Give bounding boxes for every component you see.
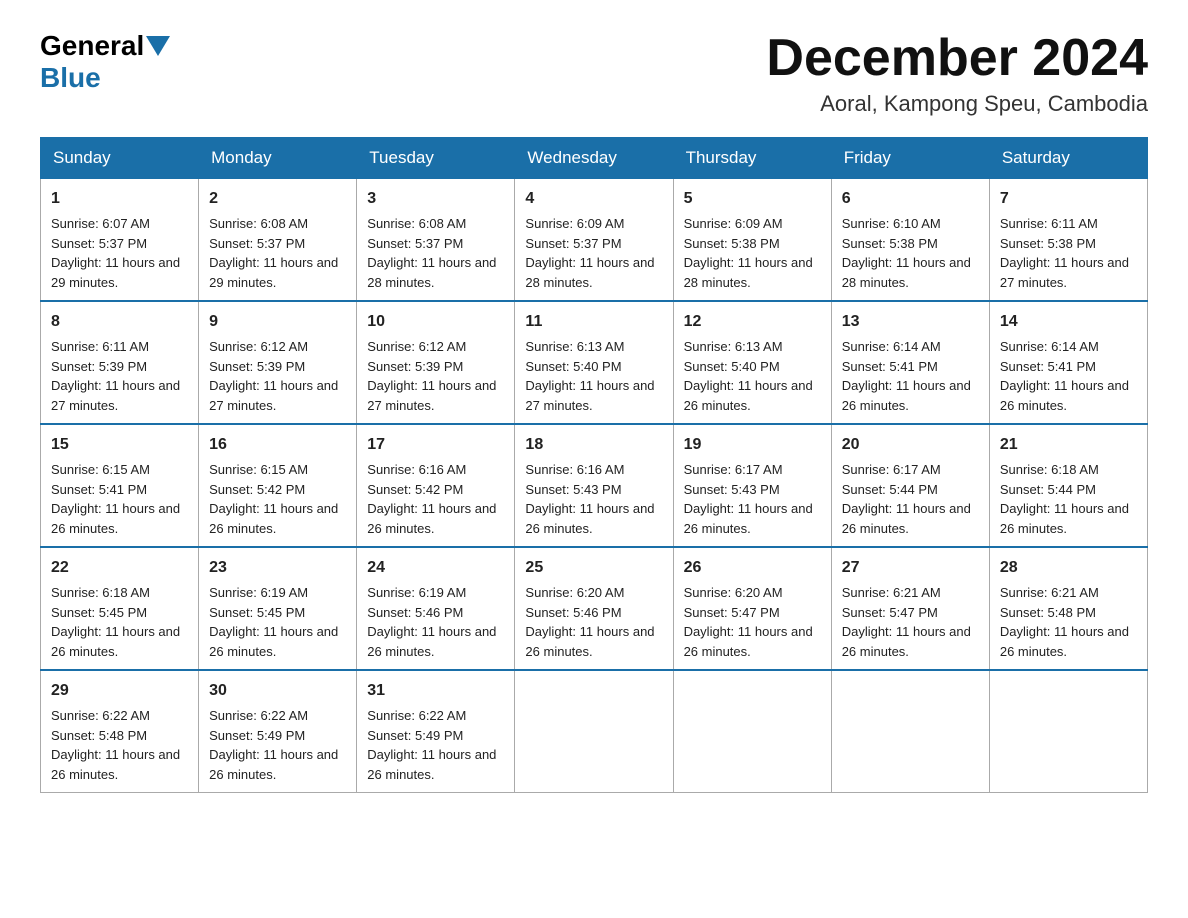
day-number: 25 (525, 556, 662, 580)
calendar-table: SundayMondayTuesdayWednesdayThursdayFrid… (40, 137, 1148, 793)
week-row-1: 1Sunrise: 6:07 AMSunset: 5:37 PMDaylight… (41, 179, 1148, 302)
day-number: 14 (1000, 310, 1137, 334)
calendar-cell: 4Sunrise: 6:09 AMSunset: 5:37 PMDaylight… (515, 179, 673, 302)
calendar-cell: 21Sunrise: 6:18 AMSunset: 5:44 PMDayligh… (989, 424, 1147, 547)
day-number: 16 (209, 433, 346, 457)
day-number: 10 (367, 310, 504, 334)
day-number: 2 (209, 187, 346, 211)
day-number: 27 (842, 556, 979, 580)
calendar-cell: 26Sunrise: 6:20 AMSunset: 5:47 PMDayligh… (673, 547, 831, 670)
day-number: 5 (684, 187, 821, 211)
calendar-cell: 13Sunrise: 6:14 AMSunset: 5:41 PMDayligh… (831, 301, 989, 424)
week-row-2: 8Sunrise: 6:11 AMSunset: 5:39 PMDaylight… (41, 301, 1148, 424)
calendar-cell (673, 670, 831, 793)
calendar-cell: 27Sunrise: 6:21 AMSunset: 5:47 PMDayligh… (831, 547, 989, 670)
logo-blue-text: Blue (40, 62, 101, 93)
day-number: 7 (1000, 187, 1137, 211)
calendar-cell: 2Sunrise: 6:08 AMSunset: 5:37 PMDaylight… (199, 179, 357, 302)
calendar-cell: 15Sunrise: 6:15 AMSunset: 5:41 PMDayligh… (41, 424, 199, 547)
header-friday: Friday (831, 138, 989, 179)
day-number: 30 (209, 679, 346, 703)
day-number: 6 (842, 187, 979, 211)
calendar-cell: 3Sunrise: 6:08 AMSunset: 5:37 PMDaylight… (357, 179, 515, 302)
calendar-cell: 10Sunrise: 6:12 AMSunset: 5:39 PMDayligh… (357, 301, 515, 424)
calendar-cell (831, 670, 989, 793)
calendar-cell: 22Sunrise: 6:18 AMSunset: 5:45 PMDayligh… (41, 547, 199, 670)
calendar-cell (989, 670, 1147, 793)
calendar-cell: 6Sunrise: 6:10 AMSunset: 5:38 PMDaylight… (831, 179, 989, 302)
day-number: 17 (367, 433, 504, 457)
day-number: 29 (51, 679, 188, 703)
header-tuesday: Tuesday (357, 138, 515, 179)
day-number: 12 (684, 310, 821, 334)
header-thursday: Thursday (673, 138, 831, 179)
week-row-4: 22Sunrise: 6:18 AMSunset: 5:45 PMDayligh… (41, 547, 1148, 670)
day-number: 8 (51, 310, 188, 334)
day-number: 20 (842, 433, 979, 457)
calendar-cell: 12Sunrise: 6:13 AMSunset: 5:40 PMDayligh… (673, 301, 831, 424)
day-number: 9 (209, 310, 346, 334)
day-number: 18 (525, 433, 662, 457)
calendar-cell: 18Sunrise: 6:16 AMSunset: 5:43 PMDayligh… (515, 424, 673, 547)
calendar-cell: 24Sunrise: 6:19 AMSunset: 5:46 PMDayligh… (357, 547, 515, 670)
calendar-cell: 25Sunrise: 6:20 AMSunset: 5:46 PMDayligh… (515, 547, 673, 670)
week-row-5: 29Sunrise: 6:22 AMSunset: 5:48 PMDayligh… (41, 670, 1148, 793)
week-row-3: 15Sunrise: 6:15 AMSunset: 5:41 PMDayligh… (41, 424, 1148, 547)
calendar-cell: 28Sunrise: 6:21 AMSunset: 5:48 PMDayligh… (989, 547, 1147, 670)
calendar-cell (515, 670, 673, 793)
month-year-title: December 2024 (766, 30, 1148, 87)
title-area: December 2024 Aoral, Kampong Speu, Cambo… (766, 30, 1148, 117)
calendar-cell: 9Sunrise: 6:12 AMSunset: 5:39 PMDaylight… (199, 301, 357, 424)
day-number: 24 (367, 556, 504, 580)
header-sunday: Sunday (41, 138, 199, 179)
calendar-cell: 30Sunrise: 6:22 AMSunset: 5:49 PMDayligh… (199, 670, 357, 793)
day-number: 4 (525, 187, 662, 211)
header-wednesday: Wednesday (515, 138, 673, 179)
day-number: 15 (51, 433, 188, 457)
calendar-cell: 5Sunrise: 6:09 AMSunset: 5:38 PMDaylight… (673, 179, 831, 302)
calendar-header-row: SundayMondayTuesdayWednesdayThursdayFrid… (41, 138, 1148, 179)
day-number: 26 (684, 556, 821, 580)
calendar-cell: 1Sunrise: 6:07 AMSunset: 5:37 PMDaylight… (41, 179, 199, 302)
day-number: 21 (1000, 433, 1137, 457)
calendar-cell: 7Sunrise: 6:11 AMSunset: 5:38 PMDaylight… (989, 179, 1147, 302)
location-subtitle: Aoral, Kampong Speu, Cambodia (766, 91, 1148, 117)
calendar-cell: 16Sunrise: 6:15 AMSunset: 5:42 PMDayligh… (199, 424, 357, 547)
day-number: 11 (525, 310, 662, 334)
day-number: 19 (684, 433, 821, 457)
calendar-cell: 8Sunrise: 6:11 AMSunset: 5:39 PMDaylight… (41, 301, 199, 424)
day-number: 22 (51, 556, 188, 580)
header-monday: Monday (199, 138, 357, 179)
calendar-cell: 29Sunrise: 6:22 AMSunset: 5:48 PMDayligh… (41, 670, 199, 793)
calendar-cell: 11Sunrise: 6:13 AMSunset: 5:40 PMDayligh… (515, 301, 673, 424)
logo: General Blue (40, 30, 172, 94)
logo-triangle-icon (146, 36, 170, 56)
calendar-cell: 14Sunrise: 6:14 AMSunset: 5:41 PMDayligh… (989, 301, 1147, 424)
day-number: 13 (842, 310, 979, 334)
calendar-cell: 17Sunrise: 6:16 AMSunset: 5:42 PMDayligh… (357, 424, 515, 547)
day-number: 28 (1000, 556, 1137, 580)
calendar-cell: 31Sunrise: 6:22 AMSunset: 5:49 PMDayligh… (357, 670, 515, 793)
calendar-cell: 19Sunrise: 6:17 AMSunset: 5:43 PMDayligh… (673, 424, 831, 547)
day-number: 23 (209, 556, 346, 580)
logo-general-text: General (40, 30, 144, 62)
calendar-cell: 20Sunrise: 6:17 AMSunset: 5:44 PMDayligh… (831, 424, 989, 547)
calendar-cell: 23Sunrise: 6:19 AMSunset: 5:45 PMDayligh… (199, 547, 357, 670)
day-number: 1 (51, 187, 188, 211)
day-number: 3 (367, 187, 504, 211)
header-saturday: Saturday (989, 138, 1147, 179)
day-number: 31 (367, 679, 504, 703)
page-header: General Blue December 2024 Aoral, Kampon… (40, 30, 1148, 117)
